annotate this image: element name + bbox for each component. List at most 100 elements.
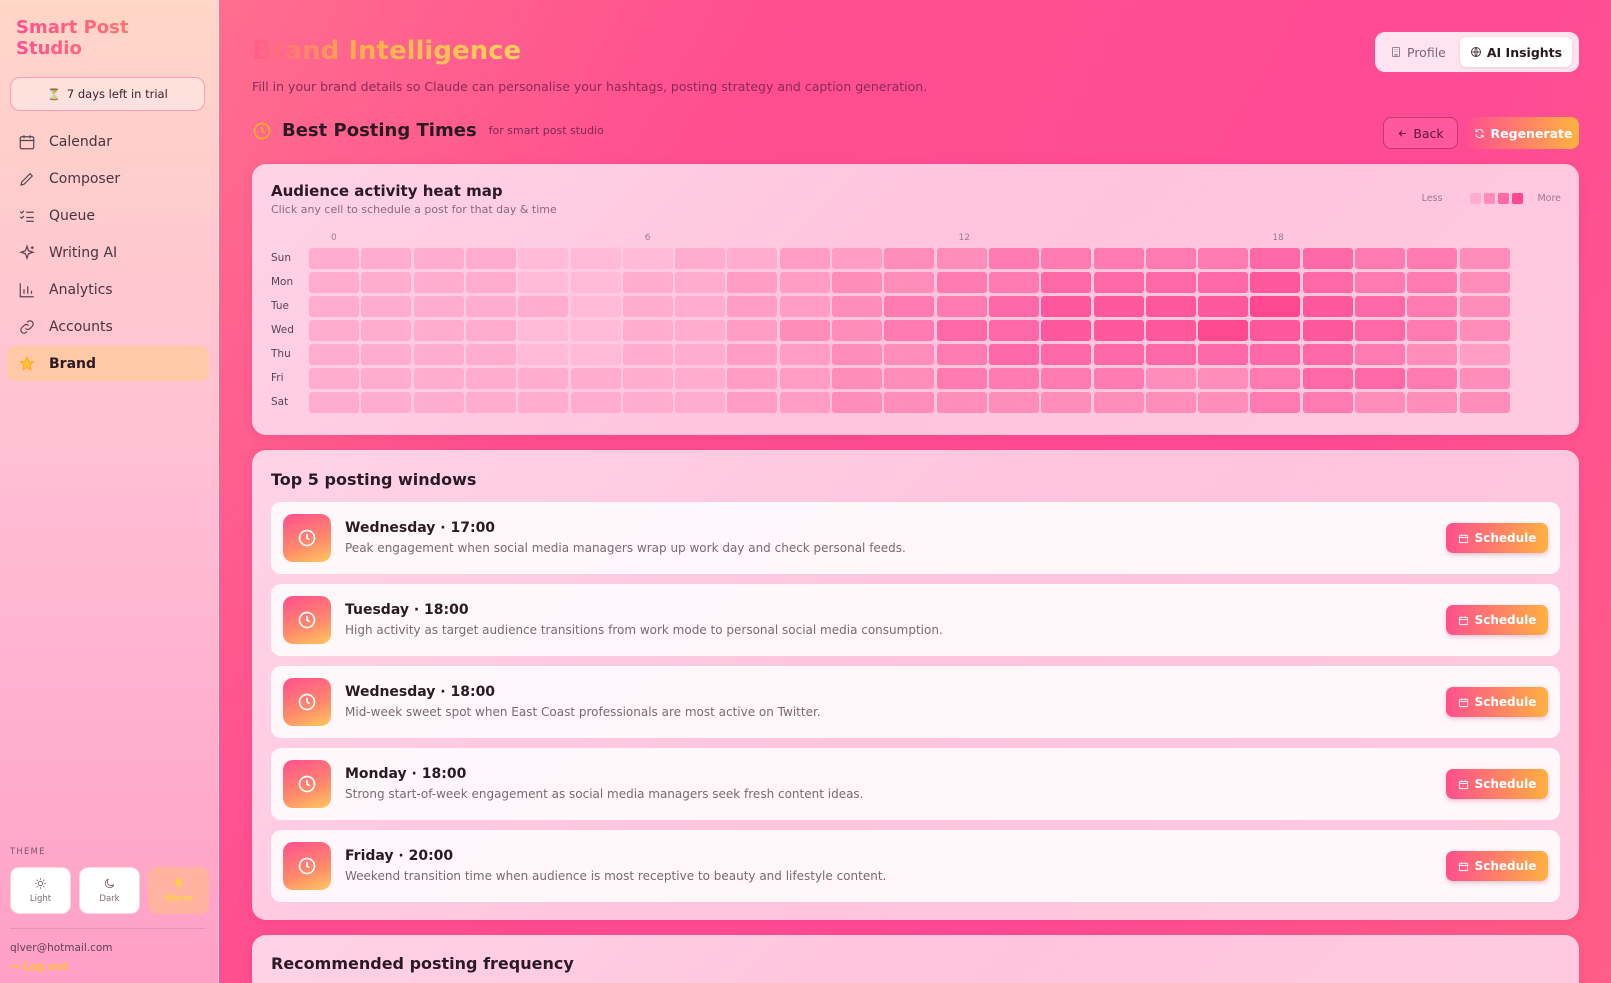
- heatmap-cell[interactable]: [1302, 344, 1353, 365]
- heatmap-cell[interactable]: [1198, 296, 1249, 317]
- sidebar-item-accounts[interactable]: Accounts: [7, 309, 209, 344]
- heatmap-cell[interactable]: [1198, 248, 1249, 269]
- heatmap-cell[interactable]: [570, 344, 621, 365]
- heatmap-cell[interactable]: [1250, 392, 1301, 413]
- heatmap-cell[interactable]: [1093, 248, 1144, 269]
- heatmap-cell[interactable]: [1093, 392, 1144, 413]
- heatmap-cell[interactable]: [518, 320, 569, 341]
- heatmap-cell[interactable]: [361, 248, 412, 269]
- heatmap-cell[interactable]: [309, 344, 359, 365]
- heatmap-cell[interactable]: [884, 248, 935, 269]
- heatmap-cell[interactable]: [1407, 296, 1458, 317]
- heatmap-cell[interactable]: [361, 368, 412, 389]
- heatmap-cell[interactable]: [675, 272, 726, 293]
- heatmap-cell[interactable]: [779, 344, 830, 365]
- heatmap-cell[interactable]: [622, 296, 673, 317]
- heatmap-cell[interactable]: [465, 296, 516, 317]
- heatmap-cell[interactable]: [1145, 392, 1196, 413]
- heatmap-cell[interactable]: [413, 368, 464, 389]
- schedule-button[interactable]: Schedule: [1446, 769, 1548, 799]
- heatmap-cell[interactable]: [832, 296, 882, 317]
- heatmap-cell[interactable]: [884, 296, 935, 317]
- heatmap-cell[interactable]: [779, 368, 830, 389]
- heatmap-cell[interactable]: [884, 368, 935, 389]
- heatmap-cell[interactable]: [988, 272, 1039, 293]
- heatmap-cell[interactable]: [309, 296, 359, 317]
- heatmap-cell[interactable]: [1145, 272, 1196, 293]
- heatmap-cell[interactable]: [1198, 344, 1249, 365]
- heatmap-cell[interactable]: [465, 368, 516, 389]
- heatmap-cell[interactable]: [936, 320, 987, 341]
- tab-ai-insights[interactable]: AI Insights: [1459, 37, 1573, 67]
- heatmap-cell[interactable]: [570, 320, 621, 341]
- heatmap-cell[interactable]: [622, 248, 673, 269]
- heatmap-cell[interactable]: [1459, 296, 1510, 317]
- heatmap-cell[interactable]: [570, 272, 621, 293]
- heatmap-cell[interactable]: [622, 368, 673, 389]
- heatmap-cell[interactable]: [1355, 248, 1405, 269]
- heatmap-cell[interactable]: [1407, 344, 1458, 365]
- heatmap-cell[interactable]: [1198, 392, 1249, 413]
- schedule-button[interactable]: Schedule: [1446, 605, 1548, 635]
- heatmap-cell[interactable]: [413, 344, 464, 365]
- sidebar-item-brand[interactable]: Brand: [7, 346, 209, 381]
- heatmap-cell[interactable]: [1407, 392, 1458, 413]
- heatmap-cell[interactable]: [936, 248, 987, 269]
- heatmap-cell[interactable]: [832, 320, 882, 341]
- heatmap-cell[interactable]: [622, 392, 673, 413]
- heatmap-cell[interactable]: [1302, 368, 1353, 389]
- heatmap-cell[interactable]: [1041, 368, 1092, 389]
- heatmap-cell[interactable]: [1302, 272, 1353, 293]
- heatmap-cell[interactable]: [518, 248, 569, 269]
- heatmap-cell[interactable]: [988, 296, 1039, 317]
- heatmap-cell[interactable]: [1145, 320, 1196, 341]
- heatmap-cell[interactable]: [1093, 368, 1144, 389]
- heatmap-cell[interactable]: [622, 272, 673, 293]
- heatmap-cell[interactable]: [1355, 344, 1405, 365]
- heatmap-cell[interactable]: [832, 344, 882, 365]
- heatmap-cell[interactable]: [727, 272, 778, 293]
- schedule-button[interactable]: Schedule: [1446, 851, 1548, 881]
- heatmap-cell[interactable]: [1355, 320, 1405, 341]
- heatmap-cell[interactable]: [1093, 344, 1144, 365]
- heatmap-cell[interactable]: [727, 320, 778, 341]
- theme-light-button[interactable]: Light: [10, 867, 71, 914]
- heatmap-cell[interactable]: [1302, 320, 1353, 341]
- app-logo-title[interactable]: Smart Post Studio: [16, 17, 196, 59]
- heatmap-cell[interactable]: [361, 392, 412, 413]
- heatmap-cell[interactable]: [675, 296, 726, 317]
- trial-badge[interactable]: ⏳ 7 days left in trial: [10, 77, 205, 111]
- heatmap-cell[interactable]: [465, 272, 516, 293]
- heatmap-cell[interactable]: [884, 344, 935, 365]
- heatmap-cell[interactable]: [309, 272, 359, 293]
- heatmap-cell[interactable]: [1198, 272, 1249, 293]
- heatmap-cell[interactable]: [1198, 368, 1249, 389]
- heatmap-cell[interactable]: [1250, 368, 1301, 389]
- heatmap-cell[interactable]: [413, 248, 464, 269]
- schedule-button[interactable]: Schedule: [1446, 687, 1548, 717]
- heatmap-cell[interactable]: [832, 368, 882, 389]
- heatmap-cell[interactable]: [988, 344, 1039, 365]
- heatmap-cell[interactable]: [1302, 296, 1353, 317]
- heatmap-cell[interactable]: [413, 296, 464, 317]
- back-button[interactable]: Back: [1383, 117, 1458, 149]
- heatmap-cell[interactable]: [936, 368, 987, 389]
- heatmap-cell[interactable]: [518, 368, 569, 389]
- theme-warm-button[interactable]: Warm: [148, 867, 209, 914]
- heatmap-cell[interactable]: [832, 392, 882, 413]
- heatmap-cell[interactable]: [361, 296, 412, 317]
- heatmap-cell[interactable]: [1459, 368, 1510, 389]
- heatmap-cell[interactable]: [1459, 344, 1510, 365]
- theme-dark-button[interactable]: Dark: [79, 867, 140, 914]
- heatmap-cell[interactable]: [832, 272, 882, 293]
- tab-profile[interactable]: Profile: [1380, 37, 1456, 67]
- heatmap-cell[interactable]: [727, 344, 778, 365]
- heatmap-cell[interactable]: [1459, 320, 1510, 341]
- heatmap-cell[interactable]: [413, 320, 464, 341]
- heatmap-cell[interactable]: [1041, 296, 1092, 317]
- heatmap-cell[interactable]: [518, 272, 569, 293]
- heatmap-cell[interactable]: [1041, 248, 1092, 269]
- heatmap-cell[interactable]: [1355, 392, 1405, 413]
- heatmap-cell[interactable]: [675, 248, 726, 269]
- heatmap-cell[interactable]: [1459, 272, 1510, 293]
